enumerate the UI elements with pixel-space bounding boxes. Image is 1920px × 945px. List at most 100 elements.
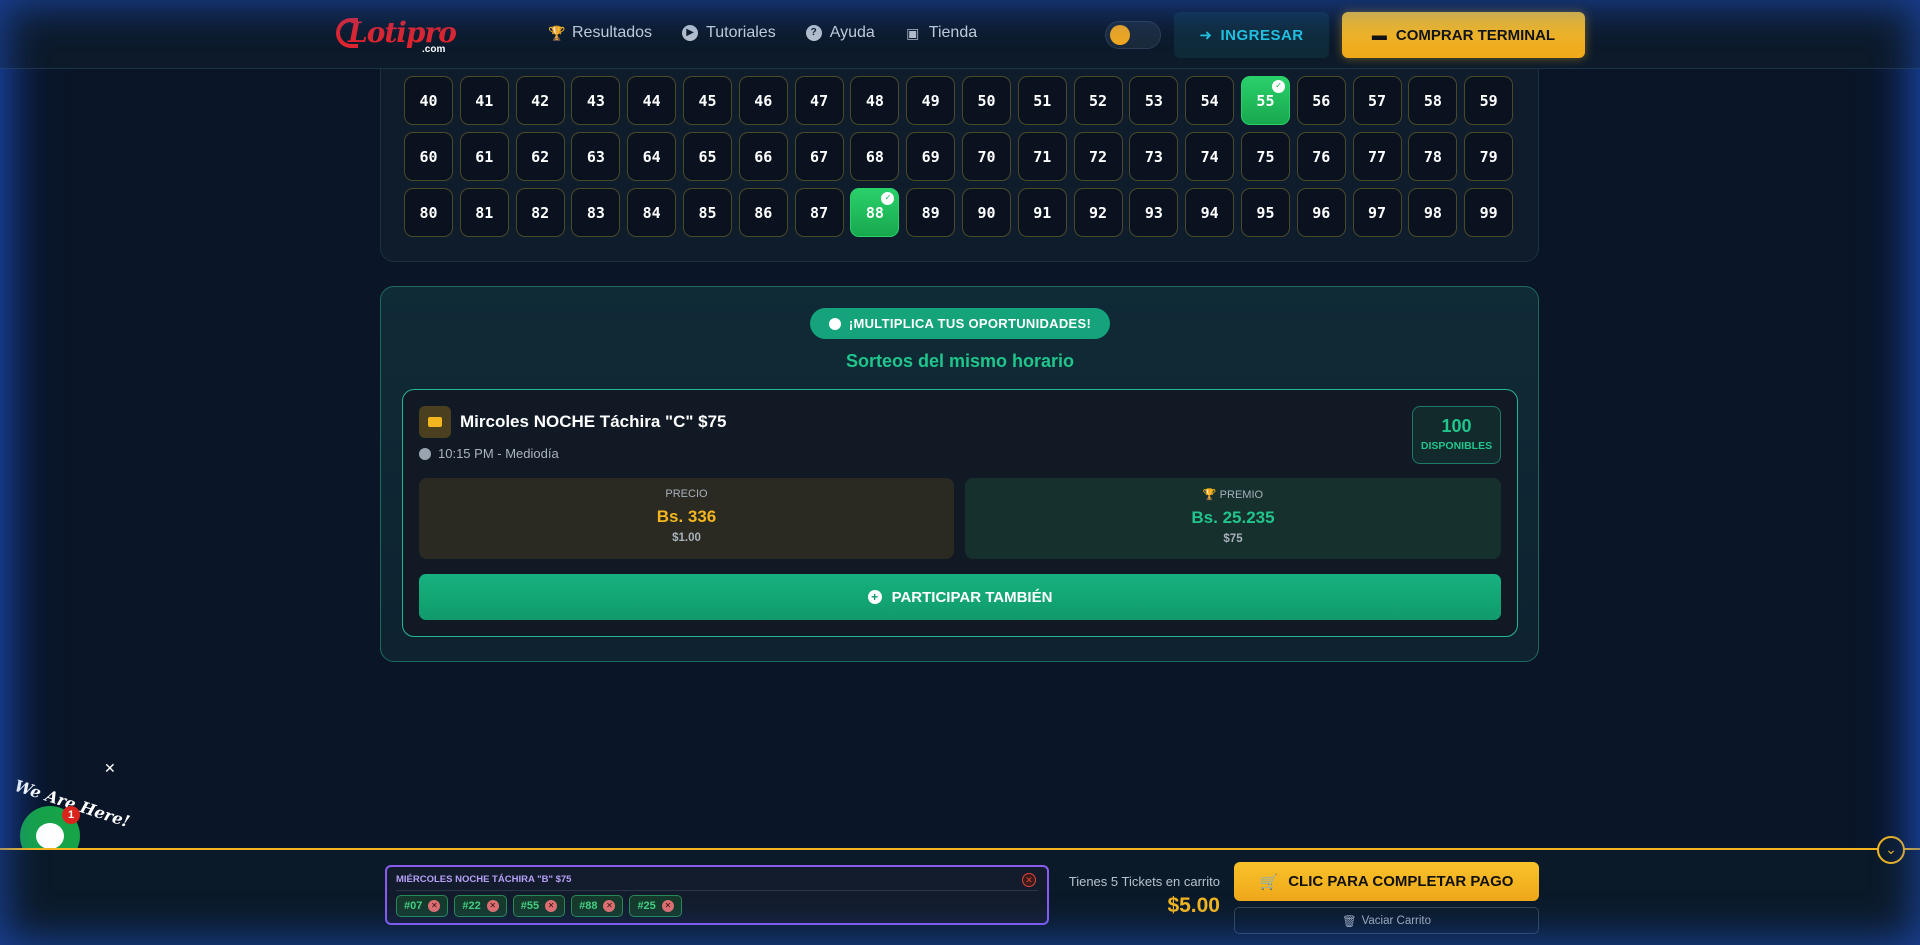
number-cell[interactable]: 98 <box>1408 188 1458 237</box>
complete-payment-button[interactable]: 🛒 CLIC PARA COMPLETAR PAGO <box>1234 862 1539 901</box>
number-cell[interactable]: 83 <box>571 188 621 237</box>
number-cell[interactable]: 90 <box>961 188 1011 237</box>
number-cell[interactable]: 85 <box>682 188 732 237</box>
number-cell[interactable]: 62 <box>515 132 565 181</box>
number-cell[interactable]: 75 <box>1240 132 1290 181</box>
number-cell[interactable]: 79 <box>1464 132 1514 181</box>
number-cell[interactable]: 76 <box>1296 132 1346 181</box>
number-cell[interactable]: 64 <box>627 132 677 181</box>
number-cell[interactable]: 48 <box>850 76 900 125</box>
number-label: 78 <box>1423 147 1442 166</box>
number-cell[interactable]: 77 <box>1352 132 1402 181</box>
participate-button[interactable]: + PARTICIPAR TAMBIÉN <box>419 574 1501 620</box>
number-label: 83 <box>586 203 605 222</box>
available-count: 100 <box>1441 416 1472 436</box>
remove-ticket-icon[interactable]: ✕ <box>428 900 441 912</box>
top-header: Lotipro .com 🏆 Resultados ▶ Tutoriales ?… <box>0 0 1920 69</box>
number-cell[interactable]: 55 ✓ <box>1240 76 1290 125</box>
number-cell[interactable]: 80 <box>404 188 453 237</box>
number-cell[interactable]: 92 <box>1073 188 1123 237</box>
number-cell[interactable]: 40 <box>404 76 453 125</box>
number-cell[interactable]: 52 <box>1073 76 1123 125</box>
number-cell[interactable]: 74 <box>1185 132 1235 181</box>
number-cell[interactable]: 96 <box>1296 188 1346 237</box>
number-cell[interactable]: 50 <box>961 76 1011 125</box>
number-cell[interactable]: 51 <box>1017 76 1067 125</box>
number-cell[interactable]: 97 <box>1352 188 1402 237</box>
number-cell[interactable]: 82 <box>515 188 565 237</box>
number-cell[interactable]: 89 <box>906 188 956 237</box>
remove-ticket-icon[interactable]: ✕ <box>661 900 674 912</box>
number-cell[interactable]: 86 <box>738 188 788 237</box>
number-cell[interactable]: 70 <box>961 132 1011 181</box>
number-label: 93 <box>1144 203 1163 222</box>
trophy-icon: 🏆 <box>1202 489 1217 501</box>
remove-ticket-icon[interactable]: ✕ <box>486 900 499 912</box>
number-cell[interactable]: 65 <box>682 132 732 181</box>
price-box: PRECIO Bs. 336 $1.00 <box>419 478 954 559</box>
number-cell[interactable]: 42 <box>515 76 565 125</box>
number-cell[interactable]: 47 <box>794 76 844 125</box>
number-cell[interactable]: 53 <box>1129 76 1179 125</box>
number-cell[interactable]: 58 <box>1408 76 1458 125</box>
empty-cart-label: Vaciar Carrito <box>1361 914 1432 927</box>
plus-icon: + <box>867 590 882 604</box>
number-cell[interactable]: 61 <box>459 132 509 181</box>
nav-label: Tienda <box>928 24 978 41</box>
number-cell[interactable]: 45 <box>682 76 732 125</box>
number-cell[interactable]: 99 <box>1464 188 1514 237</box>
number-label: 60 <box>419 147 438 166</box>
remove-draw-icon[interactable]: ✕ <box>1022 873 1036 887</box>
remove-ticket-icon[interactable]: ✕ <box>545 900 558 912</box>
number-cell[interactable]: 71 <box>1017 132 1067 181</box>
number-cell[interactable]: 41 <box>459 76 509 125</box>
number-cell[interactable]: 56 <box>1296 76 1346 125</box>
number-cell[interactable]: 68 <box>850 132 900 181</box>
buy-terminal-button[interactable]: ▬ COMPRAR TERMINAL <box>1342 12 1585 58</box>
number-cell[interactable]: 94 <box>1185 188 1235 237</box>
theme-toggle[interactable] <box>1105 21 1161 49</box>
number-cell[interactable]: 72 <box>1073 132 1123 181</box>
chat-close-icon[interactable]: ✕ <box>104 760 116 777</box>
prize-box: 🏆 PREMIO Bs. 25.235 $75 <box>965 478 1501 559</box>
cart-ticket-tag: #22 ✕ <box>454 895 507 917</box>
number-cell[interactable]: 54 <box>1185 76 1235 125</box>
number-cell[interactable]: 66 <box>738 132 788 181</box>
clock-icon <box>419 447 431 460</box>
number-cell[interactable]: 57 <box>1352 76 1402 125</box>
prize-label-row: 🏆 PREMIO <box>965 488 1501 501</box>
number-cell[interactable]: 87 <box>794 188 844 237</box>
number-label: 92 <box>1089 203 1108 222</box>
number-label: 87 <box>810 203 829 222</box>
number-cell[interactable]: 44 <box>627 76 677 125</box>
number-cell[interactable]: 73 <box>1129 132 1179 181</box>
number-cell[interactable]: 84 <box>627 188 677 237</box>
number-cell[interactable]: 81 <box>459 188 509 237</box>
number-cell[interactable]: 63 <box>571 132 621 181</box>
prize-usd: $75 <box>1223 533 1243 545</box>
nav-resultados[interactable]: 🏆 Resultados <box>548 24 652 42</box>
login-button[interactable]: ➜ INGRESAR <box>1174 12 1329 58</box>
number-cell[interactable]: 95 <box>1240 188 1290 237</box>
remove-ticket-icon[interactable]: ✕ <box>603 900 616 912</box>
number-cell[interactable]: 49 <box>906 76 956 125</box>
lotipro-logo[interactable]: Lotipro .com <box>336 14 460 55</box>
number-cell[interactable]: 78 <box>1408 132 1458 181</box>
nav-ayuda[interactable]: ? Ayuda <box>805 24 875 42</box>
play-icon: ▶ <box>682 25 699 41</box>
number-cell[interactable]: 59 <box>1464 76 1514 125</box>
nav-tutoriales[interactable]: ▶ Tutoriales <box>682 24 776 42</box>
chevron-down-icon[interactable]: ⌄ <box>1877 836 1905 864</box>
number-cell[interactable]: 67 <box>794 132 844 181</box>
number-cell[interactable]: 88 ✓ <box>850 188 900 237</box>
empty-cart-button[interactable]: 🗑 Vaciar Carrito <box>1234 907 1539 934</box>
number-cell[interactable]: 91 <box>1017 188 1067 237</box>
number-cell[interactable]: 43 <box>571 76 621 125</box>
number-cell[interactable]: 93 <box>1129 188 1179 237</box>
number-cell[interactable]: 46 <box>738 76 788 125</box>
pill-label: ¡MULTIPLICA TUS OPORTUNIDADES! <box>848 316 1092 331</box>
prize-value: Bs. 25.235 <box>1191 508 1275 527</box>
nav-tienda[interactable]: ▣ Tienda <box>905 24 977 42</box>
number-cell[interactable]: 69 <box>906 132 956 181</box>
number-cell[interactable]: 60 <box>404 132 453 181</box>
